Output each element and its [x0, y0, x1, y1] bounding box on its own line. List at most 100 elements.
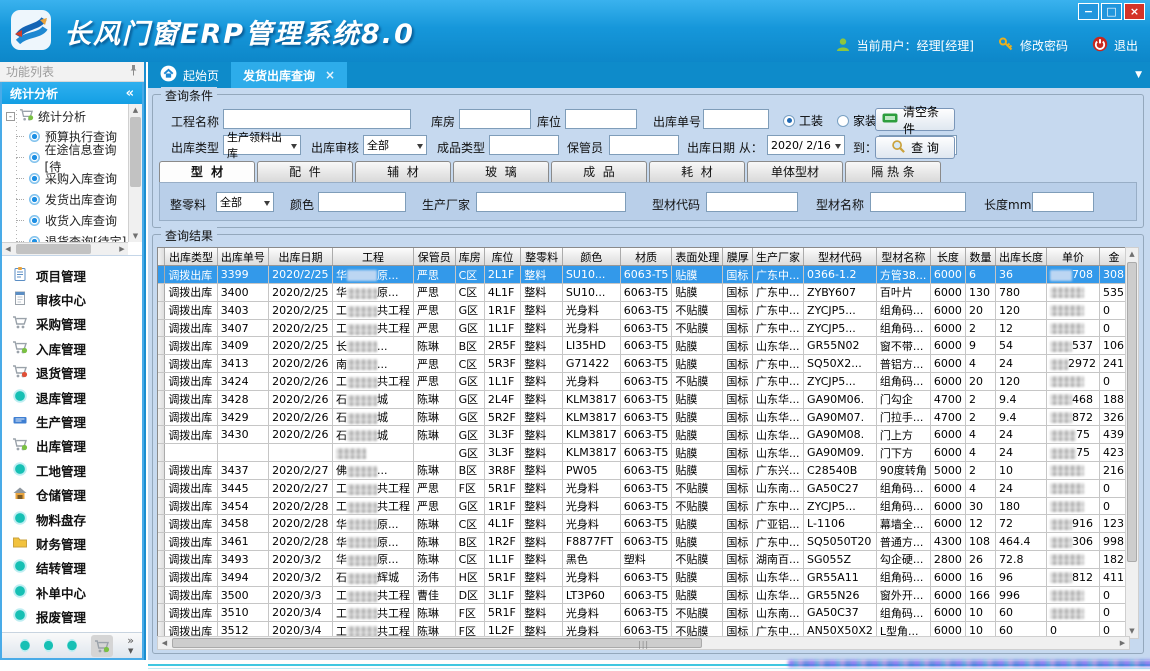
table-row[interactable]: G区3L3F整料KLM38176063-T5贴膜国标山东华...GA90M09.…: [158, 444, 1129, 462]
column-header-12[interactable]: 膜厚: [723, 248, 753, 266]
table-row[interactable]: 调拨出库35002020/3/3工共工程曹佳D区3L1F整料LT3P606063…: [158, 586, 1129, 604]
table-row[interactable]: 调拨出库34542020/2/28工共工程严思G区1R1F整料光身料6063-T…: [158, 497, 1129, 515]
column-header-2[interactable]: 出库单号: [217, 248, 268, 266]
tree-vertical-scrollbar[interactable]: ▲ ▼: [128, 104, 142, 242]
results-horizontal-scrollbar[interactable]: ◀ ||| ▶: [157, 636, 1130, 650]
sidebar-item-5[interactable]: 退货管理: [2, 361, 142, 385]
sidebar-item-12[interactable]: 财务管理: [2, 531, 142, 555]
scroll-up-icon[interactable]: ▲: [1126, 248, 1138, 261]
table-row[interactable]: 调拨出库34282020/2/26石城陈琳G区2L4F整料KLM38176063…: [158, 390, 1129, 408]
table-row[interactable]: 调拨出库34302020/2/26石城陈琳G区3L3F整料KLM38176063…: [158, 426, 1129, 444]
table-row[interactable]: 调拨出库34092020/2/25长...陈琳B区2R5F整料LI35HD606…: [158, 337, 1129, 355]
tab-close-icon[interactable]: ×: [325, 68, 335, 82]
table-row[interactable]: 调拨出库34072020/2/25工共工程严思G区1L1F整料光身料6063-T…: [158, 319, 1129, 337]
scroll-left-icon[interactable]: ◀: [2, 243, 14, 256]
table-row[interactable]: 调拨出库33992020/2/25华原...严思C区2L1F整料SU10...6…: [158, 266, 1129, 284]
material-tab-1[interactable]: 型 材: [159, 161, 255, 183]
change-password-link[interactable]: 修改密码: [1020, 37, 1068, 54]
tree-item-5[interactable]: 收货入库查询: [6, 210, 128, 231]
material-tab-7[interactable]: 单体型材: [747, 161, 843, 182]
table-row[interactable]: 调拨出库34002020/2/25华原...严思C区4L1F整料SU10...6…: [158, 284, 1129, 302]
radio-gongzhuang[interactable]: [783, 115, 795, 127]
tree-item-3[interactable]: 采购入库查询: [6, 168, 128, 189]
order-no-input[interactable]: [703, 109, 769, 129]
column-header-16[interactable]: 长度: [930, 248, 965, 266]
sidebar-item-11[interactable]: 物料盘存: [2, 507, 142, 531]
sidebar-item-10[interactable]: 仓储管理: [2, 483, 142, 507]
clear-conditions-button[interactable]: 清空条件: [875, 108, 955, 131]
date-from-select[interactable]: 2020/ 2/16: [767, 135, 845, 155]
pin-icon[interactable]: [129, 65, 138, 79]
sidebar-item-4[interactable]: 入库管理: [2, 336, 142, 360]
table-row[interactable]: 调拨出库34292020/2/26石城陈琳G区5R2F整料KLM38176063…: [158, 408, 1129, 426]
logout-link[interactable]: 退出: [1114, 37, 1138, 54]
results-vertical-scrollbar[interactable]: ▲ ▼: [1125, 247, 1139, 639]
table-row[interactable]: 调拨出库34932020/3/2华原...陈琳C区1L1F整料黑色塑料不贴膜国标…: [158, 551, 1129, 569]
table-row[interactable]: 调拨出库34582020/2/28华原...陈琳C区4L1F整料光身料6063-…: [158, 515, 1129, 533]
material-tab-3[interactable]: 辅 材: [355, 161, 451, 182]
column-header-1[interactable]: 出库类型: [165, 248, 217, 266]
color-input[interactable]: [318, 192, 406, 212]
table-row[interactable]: 调拨出库35102020/3/4工共工程陈琳F区5R1F整料光身料6063-T5…: [158, 604, 1129, 622]
sidebar-item-8[interactable]: 出库管理: [2, 434, 142, 458]
column-header-4[interactable]: 工程: [332, 248, 413, 266]
module-cart-button[interactable]: [91, 635, 113, 657]
sidebar-item-2[interactable]: 审核中心: [2, 287, 142, 311]
product-type-input[interactable]: [489, 135, 559, 155]
module-dot-icon[interactable]: [67, 639, 77, 652]
group-header-statistics[interactable]: 统计分析 «: [2, 82, 142, 104]
material-tab-5[interactable]: 成 品: [551, 161, 647, 182]
table-row[interactable]: 调拨出库34242020/2/26工共工程严思G区1L1F整料光身料6063-T…: [158, 373, 1129, 391]
location-input[interactable]: [565, 109, 637, 129]
tree-item-4[interactable]: 发货出库查询: [6, 189, 128, 210]
search-button[interactable]: 查 询: [875, 136, 955, 159]
collapse-icon[interactable]: «: [126, 86, 134, 101]
scroll-up-icon[interactable]: ▲: [129, 104, 142, 116]
column-header-6[interactable]: 库房: [455, 248, 484, 266]
tree-item-6[interactable]: 退货查询[待定]: [6, 231, 128, 242]
sidebar-item-14[interactable]: 补单中心: [2, 580, 142, 604]
audit-select[interactable]: 全部: [363, 135, 427, 155]
table-row[interactable]: 调拨出库34452020/2/27工共工程严思F区5R1F整料光身料6063-T…: [158, 479, 1129, 497]
scroll-left-icon[interactable]: ◀: [158, 637, 171, 650]
name-input[interactable]: [870, 192, 966, 212]
length-input[interactable]: [1032, 192, 1094, 212]
tree-expander-icon[interactable]: -: [6, 112, 15, 121]
column-header-19[interactable]: 单价: [1046, 248, 1099, 266]
column-header-9[interactable]: 颜色: [562, 248, 620, 266]
tab-shipment-query[interactable]: 发货出库查询 ×: [231, 62, 347, 88]
table-row[interactable]: 调拨出库34942020/3/2石辉城汤伟H区5R1F整料光身料6063-T5贴…: [158, 568, 1129, 586]
column-header-14[interactable]: 型材代码: [804, 248, 877, 266]
table-row[interactable]: 调拨出库34612020/2/28华原...陈琳B区1R2F整料F8877FT6…: [158, 533, 1129, 551]
module-dot-icon[interactable]: [44, 639, 54, 652]
sidebar-item-6[interactable]: 退库管理: [2, 385, 142, 409]
scroll-right-icon[interactable]: ▶: [116, 243, 128, 256]
keeper-input[interactable]: [609, 135, 679, 155]
tree-item-2[interactable]: 在途信息查询[待: [6, 147, 128, 168]
scroll-right-icon[interactable]: ▶: [1116, 637, 1129, 650]
module-dot-icon[interactable]: [20, 639, 30, 652]
tab-home[interactable]: 起始页: [148, 62, 231, 88]
column-header-7[interactable]: 库位: [484, 248, 520, 266]
column-header-18[interactable]: 出库长度: [995, 248, 1046, 266]
sidebar-item-3[interactable]: 采购管理: [2, 312, 142, 336]
material-tab-4[interactable]: 玻 璃: [453, 161, 549, 182]
column-header-5[interactable]: 保管员: [413, 248, 455, 266]
sidebar-item-9[interactable]: 工地管理: [2, 458, 142, 482]
material-tab-8[interactable]: 隔 热 条: [845, 161, 941, 182]
code-input[interactable]: [706, 192, 798, 212]
sidebar-item-13[interactable]: 结转管理: [2, 556, 142, 580]
table-row[interactable]: 调拨出库34032020/2/25工共工程严思G区1R1F整料光身料6063-T…: [158, 301, 1129, 319]
material-tab-6[interactable]: 耗 材: [649, 161, 745, 182]
maximize-button[interactable]: □: [1101, 3, 1122, 20]
material-tab-2[interactable]: 配 件: [257, 161, 353, 182]
factory-input[interactable]: [476, 192, 626, 212]
column-header-11[interactable]: 表面处理: [672, 248, 723, 266]
warehouse-input[interactable]: [459, 109, 531, 129]
out-type-select[interactable]: 生产领料出库: [223, 135, 301, 155]
radio-jiazhuang[interactable]: [837, 115, 849, 127]
sidebar-item-7[interactable]: 生产管理: [2, 409, 142, 433]
column-header-3[interactable]: 出库日期: [269, 248, 333, 266]
tree-root-statistics[interactable]: - 统计分析: [6, 106, 128, 126]
project-name-input[interactable]: [223, 109, 411, 129]
